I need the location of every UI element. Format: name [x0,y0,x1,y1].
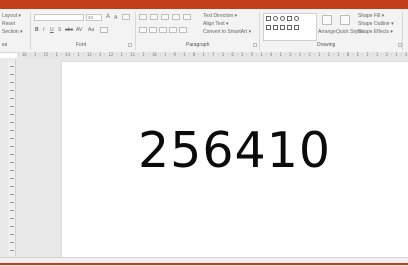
ruler-tick [10,138,14,139]
text-direction-button[interactable]: Text Direction ▾ [203,13,237,19]
ruler-tick [10,170,14,171]
shrink-font-button[interactable]: A [114,15,117,21]
shape-effects-button[interactable]: Shape Effects ▾ [358,29,393,35]
launcher-icon[interactable] [253,43,257,47]
justify-icon[interactable] [169,27,177,33]
ruler-tick [10,74,14,75]
slide-text[interactable]: 256410 [138,122,330,179]
ruler-tick [10,242,14,243]
section-button[interactable]: Section ▾ [2,29,23,35]
columns-icon[interactable] [179,27,187,33]
slides-group-label: es [2,42,8,48]
separator [402,12,403,50]
ruler-tick [10,186,14,187]
align-left-icon[interactable] [139,27,147,33]
ruler-tick [10,178,14,179]
clear-formatting-icon[interactable] [122,14,130,20]
ruler-tick [10,194,14,195]
align-center-icon[interactable] [149,27,157,33]
shadow-button[interactable]: S [58,27,61,33]
ruler-tick [10,210,14,211]
ruler-tick [10,226,14,227]
numbering-icon[interactable] [150,14,158,20]
line-shape-icon[interactable] [273,25,278,30]
grow-font-button[interactable]: A [106,14,110,20]
circle-shape-icon[interactable] [280,16,285,21]
slide-canvas[interactable]: 256410 [62,62,408,257]
change-case-button[interactable]: Aa [88,27,94,33]
arrange-icon[interactable] [322,15,332,25]
quick-styles-icon[interactable] [340,15,350,25]
ruler-tick [10,154,14,155]
font-group-label: Font [76,42,87,48]
ruler-tick [10,122,14,123]
ruler-tick [10,130,14,131]
strikethrough-button[interactable]: abc [65,27,73,33]
ruler-tick [10,66,14,67]
ruler-tick [10,98,14,99]
ruler-tick [10,146,14,147]
separator [259,12,260,50]
ruler-tick [10,90,14,91]
ruler-tick [10,202,14,203]
separator [30,12,31,50]
star-shape-icon[interactable] [294,25,299,30]
arrow-shape-icon[interactable] [280,25,285,30]
launcher-icon[interactable] [128,43,132,47]
italic-button[interactable]: I [43,27,44,33]
shape-outline-button[interactable]: Shape Outline ▾ [358,21,394,27]
ruler-tick [10,114,14,115]
arrange-button[interactable]: Arrange [318,29,336,35]
ruler-tick [10,234,14,235]
separator [135,12,136,50]
ruler-tick [10,250,14,251]
underline-button[interactable]: U [50,27,54,33]
reset-button[interactable]: Reset [2,21,15,27]
convert-smartart-button[interactable]: Convert to SmartArt ▾ [203,29,251,35]
ribbon-home: Layout ▾ Reset Section ▾ es 24 A A B I U… [0,9,408,53]
brace-shape-icon[interactable] [287,25,292,30]
title-bar [0,0,408,9]
increase-indent-icon[interactable] [172,14,180,20]
oval-shape-icon[interactable] [273,16,278,21]
shape-fill-button[interactable]: Shape Fill ▾ [358,13,384,19]
paragraph-group-label: Paragraph [186,42,210,48]
bullets-icon[interactable] [139,14,147,20]
drawing-group-label: Drawing [317,42,336,48]
font-color-icon[interactable] [100,27,108,33]
ruler-tick [10,82,14,83]
decrease-indent-icon[interactable] [161,14,169,20]
bold-button[interactable]: B [35,27,39,33]
font-size-input[interactable]: 24 [86,14,102,21]
ellipse-shape-icon[interactable] [294,16,299,21]
char-spacing-button[interactable]: AV [76,27,82,33]
square-shape-icon[interactable] [287,16,292,21]
ruler-tick [10,162,14,163]
triangle-shape-icon[interactable] [266,25,271,30]
shapes-gallery-icon[interactable] [263,13,317,41]
font-name-input[interactable] [34,14,84,21]
align-text-button[interactable]: Align Text ▾ [203,21,229,27]
align-right-icon[interactable] [159,27,167,33]
vertical-ruler [8,60,16,256]
line-spacing-icon[interactable] [183,14,191,20]
ruler-tick [10,218,14,219]
rectangle-shape-icon[interactable] [266,16,271,21]
ruler-tick [10,106,14,107]
layout-button[interactable]: Layout ▾ [2,13,21,19]
